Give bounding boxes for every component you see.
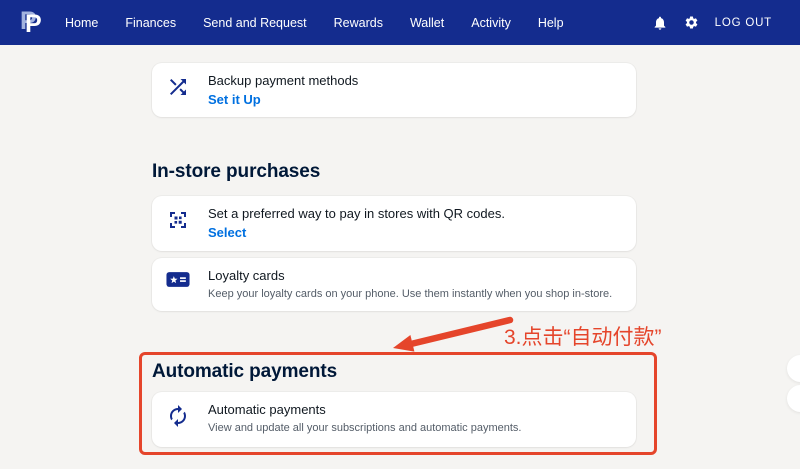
- nav-item-activity[interactable]: Activity: [471, 16, 511, 30]
- select-link[interactable]: Select: [208, 225, 246, 240]
- sync-arrows-icon: [166, 404, 192, 438]
- automatic-card-title: Automatic payments: [208, 401, 521, 420]
- loyalty-card-description: Keep your loyalty cards on your phone. U…: [208, 286, 612, 303]
- nav-item-home[interactable]: Home: [65, 16, 98, 30]
- navbar-right: LOG OUT: [652, 15, 772, 31]
- floating-widget-circle-top[interactable]: [787, 355, 800, 382]
- floating-widget-circle-bottom[interactable]: [787, 385, 800, 412]
- qr-scan-icon: [166, 208, 192, 242]
- instore-purchases-heading: In-store purchases: [152, 161, 320, 183]
- loyalty-card-body: Loyalty cards Keep your loyalty cards on…: [208, 267, 612, 302]
- navbar: P P Home Finances Send and Request Rewar…: [0, 0, 800, 45]
- backup-card-body: Backup payment methods Set it Up: [208, 72, 358, 108]
- qr-card-title: Set a preferred way to pay in stores wit…: [208, 205, 505, 224]
- loyalty-cards-card[interactable]: Loyalty cards Keep your loyalty cards on…: [152, 258, 636, 311]
- loyalty-card-icon: [166, 270, 192, 302]
- paypal-settings-page: P P Home Finances Send and Request Rewar…: [0, 0, 800, 469]
- red-arrow-icon: [385, 314, 520, 359]
- automatic-payments-card[interactable]: Automatic payments View and update all y…: [152, 392, 636, 447]
- paypal-logo[interactable]: P P: [20, 7, 50, 39]
- annotation-step-text: 3.点击“自动付款”: [504, 321, 662, 351]
- automatic-card-body: Automatic payments View and update all y…: [208, 401, 521, 438]
- automatic-payments-heading: Automatic payments: [152, 361, 337, 383]
- nav-item-finances[interactable]: Finances: [125, 16, 176, 30]
- shuffle-arrows-icon: [166, 75, 192, 108]
- logout-button[interactable]: LOG OUT: [715, 17, 772, 29]
- nav-item-help[interactable]: Help: [538, 16, 564, 30]
- backup-card-title: Backup payment methods: [208, 72, 358, 91]
- gear-icon[interactable]: [684, 15, 699, 30]
- qr-card-body: Set a preferred way to pay in stores wit…: [208, 205, 505, 242]
- qr-codes-card[interactable]: Set a preferred way to pay in stores wit…: [152, 196, 636, 251]
- nav-item-wallet[interactable]: Wallet: [410, 16, 444, 30]
- paypal-logo-front-p: P: [25, 12, 42, 37]
- set-it-up-link[interactable]: Set it Up: [208, 92, 261, 107]
- main-nav: Home Finances Send and Request Rewards W…: [65, 16, 564, 30]
- nav-item-rewards[interactable]: Rewards: [334, 16, 383, 30]
- backup-payment-methods-card[interactable]: Backup payment methods Set it Up: [152, 63, 636, 117]
- loyalty-card-title: Loyalty cards: [208, 267, 612, 286]
- bell-icon[interactable]: [652, 15, 668, 31]
- nav-item-send-and-request[interactable]: Send and Request: [203, 16, 307, 30]
- automatic-card-description: View and update all your subscriptions a…: [208, 420, 521, 437]
